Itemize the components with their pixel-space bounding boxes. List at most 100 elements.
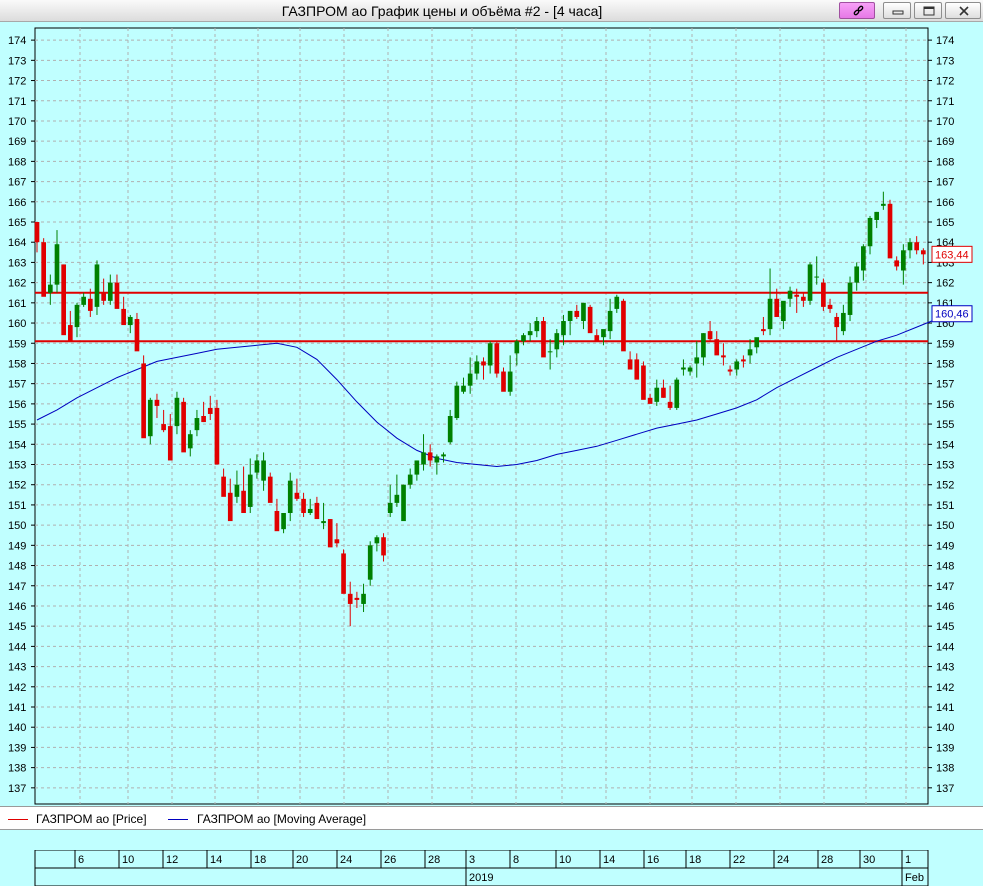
y-tick-label-right: 137 [936,783,954,795]
date-tick-label: 14 [210,854,222,866]
y-tick-label-left: 169 [8,136,26,148]
y-tick-label-left: 144 [8,641,26,653]
y-tick-label-left: 158 [8,358,26,370]
title-bar: ГАЗПРОМ ао График цены и объёма #2 - [4 … [0,0,983,22]
y-tick-label-left: 154 [8,439,26,451]
y-tick-label-right: 172 [936,76,954,88]
candle-body [407,474,413,485]
candle-body [201,416,206,423]
candle-body [607,310,613,332]
candle-body [181,401,186,453]
date-axis-svg: 6 10 12 14 18 20 24 26 28 3 8 10 14 16 18 22 24 28 30 1 2019… [34,849,929,886]
candle-body [287,480,293,513]
candle-body [841,312,846,332]
candle-body [807,264,813,301]
link-button[interactable] [839,2,875,19]
y-tick-label-right: 152 [936,480,954,492]
candle-body [747,349,753,356]
date-tick-label: 24 [777,854,789,866]
candle-body [767,298,773,330]
candle-body [154,399,160,406]
y-tick-label-right: 174 [936,35,954,47]
candle-body [694,357,700,364]
price-chart[interactable]: 137 137 138 138 139 139 140 140 141 141 142 142 143 1… [0,22,983,806]
date-tick-label: 22 [733,854,745,866]
y-tick-label-right: 156 [936,399,954,411]
y-tick-label-left: 138 [8,763,26,775]
candle-body [594,335,600,342]
candle-body [241,490,246,513]
candle-body [874,211,880,220]
candle-body [281,513,286,530]
candle-body [174,397,180,427]
y-tick-label-right: 146 [936,601,954,613]
candle-body [74,304,80,328]
y-tick-label-left: 159 [8,338,26,350]
date-tick-label: 10 [559,854,571,866]
y-tick-label-left: 172 [8,76,26,88]
date-tick-label: 20 [296,854,308,866]
candle-body [634,359,640,380]
y-tick-label-right: 173 [936,55,954,67]
candle-body [907,242,913,251]
y-tick-label-right: 150 [936,520,954,532]
candle-body [741,359,746,362]
candle-body [801,296,806,301]
candle-body [621,300,626,352]
candle-body [707,331,713,340]
y-tick-label-left: 173 [8,55,26,67]
y-tick-label-right: 171 [936,96,954,108]
restore-button[interactable] [914,2,942,19]
candle-body [294,492,300,499]
close-button[interactable] [945,2,981,19]
candle-body [194,418,200,431]
y-tick-label-left: 167 [8,177,26,189]
candle-body [367,545,373,580]
y-tick-label-left: 162 [8,278,26,290]
date-tick-label: 28 [428,854,440,866]
y-tick-label-left: 160 [8,318,26,330]
candle-body [921,250,926,255]
candle-body [901,250,906,271]
candle-body [494,343,500,374]
candle-body [567,310,573,322]
candle-body [247,474,253,507]
candle-body [661,387,666,398]
candle-body [674,379,680,408]
candle-body [541,321,546,358]
y-tick-label-right: 144 [936,641,954,653]
minimize-button[interactable] [883,2,911,19]
candle-body [141,363,146,439]
candle-body [314,502,320,520]
y-tick-label-right: 142 [936,682,954,694]
candle-body [467,373,473,386]
candle-body [147,399,153,437]
candle-body [667,401,673,408]
candle-body [214,407,220,465]
candle-body [421,452,426,465]
window-title: ГАЗПРОМ ао График цены и объёма #2 - [4 … [281,3,603,19]
candle-body [647,397,653,404]
candle-body [127,316,133,326]
candle-body [261,460,266,481]
date-tick-label: 14 [603,854,615,866]
y-tick-label-left: 140 [8,722,26,734]
restore-icon [923,6,935,16]
price-last-value: 163,44 [935,249,969,261]
minimize-icon [892,10,904,15]
y-tick-label-right: 168 [936,156,954,168]
y-tick-label-right: 148 [936,561,954,573]
y-tick-label-left: 163 [8,257,26,269]
date-tick-label: 3 [469,854,475,866]
candle-body [427,452,433,461]
candle-body [454,385,460,419]
candle-body [714,339,720,356]
candle-body [474,361,480,374]
y-tick-label-left: 137 [8,783,26,795]
y-tick-label-left: 147 [8,581,26,593]
date-axis[interactable]: 6 10 12 14 18 20 24 26 28 3 8 10 14 16 18 22 24 28 30 1 2019… [0,849,983,886]
y-tick-label-right: 151 [936,500,954,512]
candle-body [334,539,340,544]
date-tick-label: 16 [647,854,659,866]
candle-body [527,331,533,336]
